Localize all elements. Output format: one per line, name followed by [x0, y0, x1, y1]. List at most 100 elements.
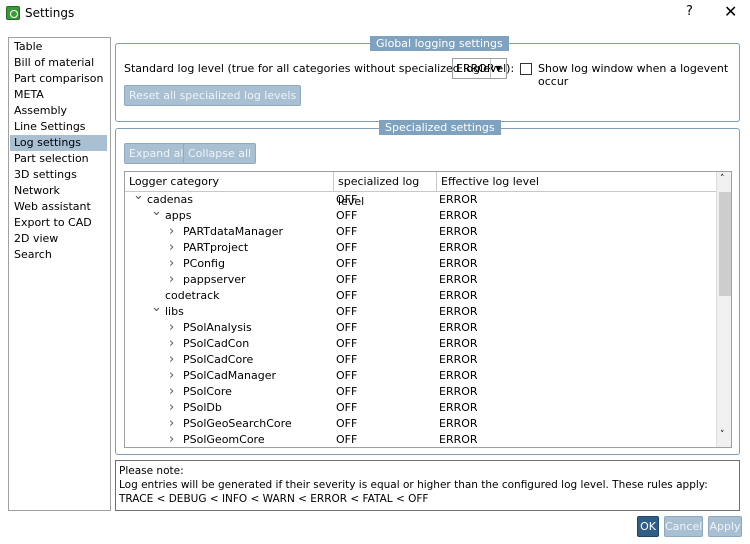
tree-row[interactable]: ⌄ cadenas OFF ERROR	[125, 188, 715, 208]
sidebar-item-log-settings[interactable]: Log settings	[10, 135, 107, 151]
expand-all-button[interactable]: Expand all	[124, 143, 192, 164]
cell-category: libs	[165, 305, 184, 318]
cell-specialized-level: OFF	[336, 353, 358, 366]
cell-category: PSolCadCon	[183, 337, 250, 350]
scroll-down-icon[interactable]: ˅	[720, 430, 725, 440]
chevron-down-icon: ▼	[490, 59, 506, 78]
tree-row[interactable]: › PSolAnalysis OFF ERROR	[125, 320, 715, 336]
tree-row[interactable]: ⌄ apps OFF ERROR	[125, 204, 715, 224]
cell-specialized-level: OFF	[336, 305, 358, 318]
title-bar: Settings ? ✕	[0, 0, 750, 28]
chevron-right-icon[interactable]: ›	[169, 368, 174, 384]
cell-category: PSolGeoSearchCore	[183, 417, 292, 430]
note-title: Please note:	[119, 465, 184, 477]
chevron-right-icon[interactable]: ›	[169, 352, 174, 368]
collapse-all-button[interactable]: Collapse all	[183, 143, 257, 164]
sidebar-item-assembly[interactable]: Assembly	[10, 103, 107, 119]
close-button[interactable]: ✕	[724, 2, 737, 21]
sidebar-item-part-comparison[interactable]: Part comparison	[10, 71, 107, 87]
note-rules: TRACE < DEBUG < INFO < WARN < ERROR < FA…	[119, 493, 429, 505]
app-icon	[6, 6, 20, 20]
column-header-effective[interactable]: Effective log level	[437, 172, 716, 192]
cell-effective-level: ERROR	[439, 385, 478, 398]
cell-effective-level: ERROR	[439, 225, 478, 238]
tree-row[interactable]: ⌄ libs OFF ERROR	[125, 300, 715, 320]
cell-category: PSolCadCore	[183, 353, 254, 366]
column-header-category[interactable]: Logger category	[125, 172, 334, 192]
chevron-right-icon[interactable]: ›	[169, 272, 174, 288]
chevron-right-icon[interactable]: ›	[169, 256, 174, 272]
cell-effective-level: ERROR	[439, 321, 478, 334]
tree-row[interactable]: › PSolCadManager OFF ERROR	[125, 368, 715, 384]
sidebar-item-network[interactable]: Network	[10, 183, 107, 199]
chevron-right-icon[interactable]: ›	[169, 432, 174, 447]
tree-row[interactable]: › PSolDb OFF ERROR	[125, 400, 715, 416]
tree-row[interactable]: › PConfig OFF ERROR	[125, 256, 715, 272]
note-text: Log entries will be generated if their s…	[119, 479, 708, 491]
cell-effective-level: ERROR	[439, 401, 478, 414]
sidebar-item-3d-settings[interactable]: 3D settings	[10, 167, 107, 183]
tree-row[interactable]: › PARTdataManager OFF ERROR	[125, 224, 715, 240]
cell-effective-level: ERROR	[439, 273, 478, 286]
logger-tree[interactable]: Logger category specialized log level Ef…	[124, 171, 732, 448]
cell-specialized-level: OFF	[336, 417, 358, 430]
cell-category: PSolDb	[183, 401, 222, 414]
chevron-right-icon[interactable]: ›	[169, 224, 174, 240]
sidebar-item-line-settings[interactable]: Line Settings	[10, 119, 107, 135]
chevron-down-icon[interactable]: ⌄	[151, 204, 162, 220]
sidebar-item-meta[interactable]: META	[10, 87, 107, 103]
show-log-window-checkbox[interactable]	[520, 63, 532, 75]
sidebar-item-web-assistant[interactable]: Web assistant	[10, 199, 107, 215]
sidebar-item-2d-view[interactable]: 2D view	[10, 231, 107, 247]
cell-specialized-level: OFF	[336, 385, 358, 398]
tree-row[interactable]: › PARTproject OFF ERROR	[125, 240, 715, 256]
sidebar-item-search[interactable]: Search	[10, 247, 107, 263]
chevron-right-icon[interactable]: ›	[169, 240, 174, 256]
cell-category: PSolCadManager	[183, 369, 277, 382]
help-button[interactable]: ?	[686, 4, 693, 19]
cell-effective-level: ERROR	[439, 433, 478, 446]
ok-button[interactable]: OK	[637, 516, 659, 537]
cancel-button[interactable]: Cancel	[664, 516, 703, 537]
chevron-right-icon[interactable]: ›	[169, 384, 174, 400]
cell-effective-level: ERROR	[439, 417, 478, 430]
cell-category: PSolAnalysis	[183, 321, 252, 334]
sidebar: Table Bill of material Part comparison META…	[8, 37, 111, 511]
chevron-right-icon[interactable]: ›	[169, 336, 174, 352]
cell-effective-level: ERROR	[439, 337, 478, 350]
vertical-scrollbar[interactable]: ˄ ˅	[716, 172, 731, 447]
cell-effective-level: ERROR	[439, 193, 478, 206]
tree-row[interactable]: › PSolGeomCore OFF ERROR	[125, 432, 715, 447]
scroll-up-icon[interactable]: ˄	[720, 174, 725, 184]
chevron-down-icon[interactable]: ⌄	[133, 188, 144, 204]
sidebar-item-export-to-cad[interactable]: Export to CAD	[10, 215, 107, 231]
chevron-down-icon[interactable]: ⌄	[151, 300, 162, 316]
sidebar-item-part-selection[interactable]: Part selection	[10, 151, 107, 167]
cell-specialized-level: OFF	[336, 369, 358, 382]
cell-category: PSolCore	[183, 385, 232, 398]
tree-row[interactable]: › PSolCore OFF ERROR	[125, 384, 715, 400]
tree-row[interactable]: codetrack OFF ERROR	[125, 288, 715, 304]
log-level-select[interactable]: ERROR ▼	[452, 58, 507, 79]
chevron-right-icon[interactable]: ›	[169, 416, 174, 432]
tree-row[interactable]: › PSolCadCon OFF ERROR	[125, 336, 715, 352]
scrollbar-thumb[interactable]	[719, 192, 731, 296]
sidebar-item-table[interactable]: Table	[10, 39, 107, 55]
cell-specialized-level: OFF	[336, 321, 358, 334]
chevron-right-icon[interactable]: ›	[169, 400, 174, 416]
tree-row[interactable]: › pappserver OFF ERROR	[125, 272, 715, 288]
cell-specialized-level: OFF	[336, 225, 358, 238]
global-logging-title: Global logging settings	[370, 36, 509, 51]
apply-button[interactable]: Apply	[708, 516, 742, 537]
sidebar-item-bill-of-material[interactable]: Bill of material	[10, 55, 107, 71]
chevron-right-icon[interactable]: ›	[169, 320, 174, 336]
cell-category: PSolGeomCore	[183, 433, 265, 446]
cell-effective-level: ERROR	[439, 305, 478, 318]
cell-specialized-level: OFF	[336, 401, 358, 414]
cell-specialized-level: OFF	[336, 289, 358, 302]
tree-row[interactable]: › PSolCadCore OFF ERROR	[125, 352, 715, 368]
note-box: Please note: Log entries will be generat…	[115, 460, 740, 511]
tree-row[interactable]: › PSolGeoSearchCore OFF ERROR	[125, 416, 715, 432]
reset-specialized-levels-button[interactable]: Reset all specialized log levels	[124, 85, 302, 106]
column-header-specialized[interactable]: specialized log level	[334, 172, 437, 208]
